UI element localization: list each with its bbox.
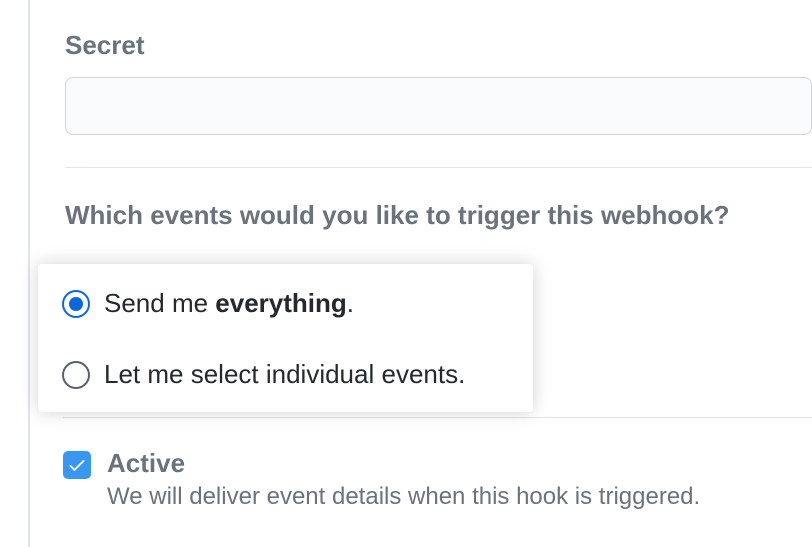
radio-dot	[69, 297, 83, 311]
check-icon	[67, 455, 87, 475]
section-divider	[65, 167, 812, 168]
radio-label-individual: Let me select individual events.	[104, 359, 465, 390]
events-question: Which events would you like to trigger t…	[65, 200, 812, 231]
radio-indicator-unselected	[62, 361, 90, 389]
radio-indicator-selected	[62, 290, 90, 318]
active-checkbox[interactable]	[63, 451, 91, 479]
radio-label-everything: Send me everything.	[104, 288, 354, 319]
event-options-panel: Send me everything. Let me select indivi…	[38, 264, 533, 412]
radio-option-individual[interactable]: Let me select individual events.	[62, 359, 509, 390]
active-description: We will deliver event details when this …	[107, 483, 700, 511]
secret-input[interactable]	[65, 77, 812, 135]
active-label: Active	[107, 448, 700, 479]
active-checkbox-row[interactable]: Active We will deliver event details whe…	[63, 448, 812, 511]
bottom-divider	[63, 417, 812, 418]
secret-label: Secret	[65, 30, 812, 61]
radio-option-everything[interactable]: Send me everything.	[62, 288, 509, 319]
active-content: Active We will deliver event details whe…	[107, 448, 700, 511]
